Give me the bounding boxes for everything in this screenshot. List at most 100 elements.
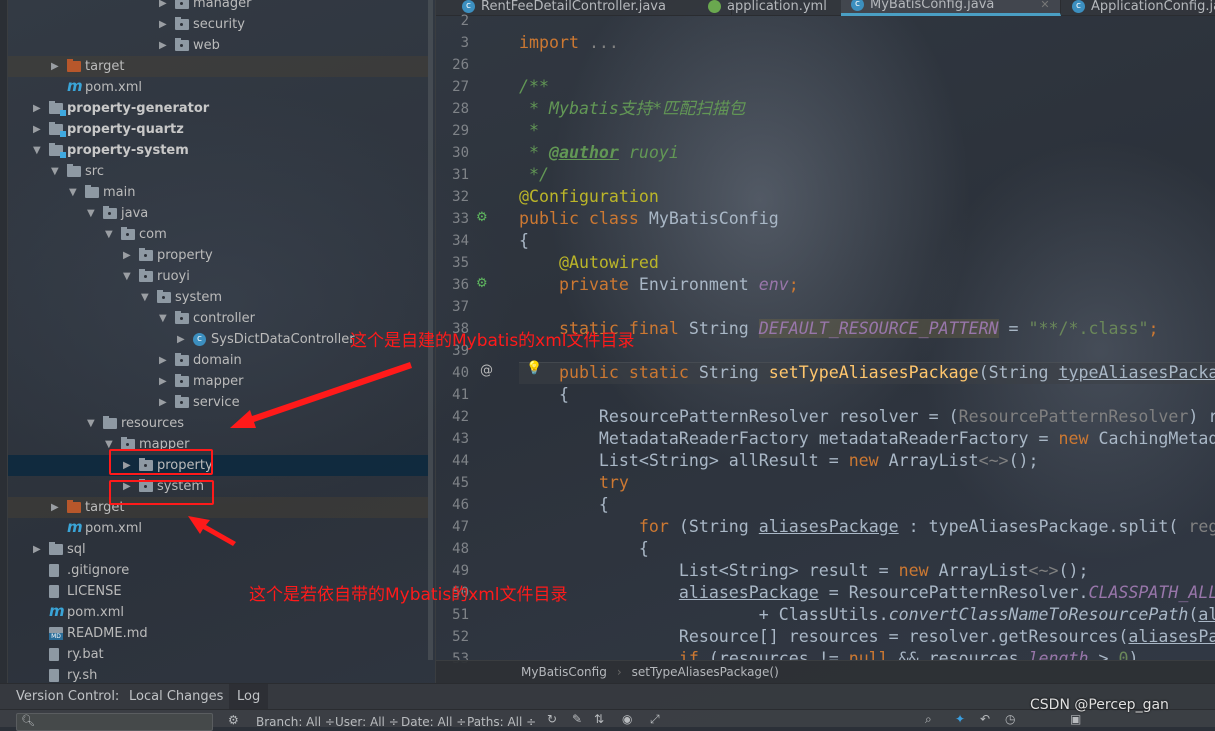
tree-item[interactable]: .gitignore [8, 560, 428, 581]
chevron-right-icon[interactable]: ▶ [51, 61, 59, 72]
tree-item[interactable]: m pom.xml [8, 77, 428, 98]
bean-gutter-icon[interactable]: ⚙ [476, 210, 488, 225]
tree-item[interactable]: ▶ property [8, 245, 428, 266]
code-line[interactable]: /** [519, 76, 549, 98]
code-line[interactable]: private Environment env; [519, 274, 799, 296]
chevron-down-icon[interactable]: ▼ [87, 208, 95, 219]
chevron-right-icon[interactable]: ▶ [159, 397, 167, 408]
chevron-right-icon[interactable]: ▶ [159, 355, 167, 366]
code-line[interactable]: Resource[] resources = resolver.getResou… [519, 626, 1215, 648]
chevron-down-icon[interactable]: ▼ [159, 313, 167, 324]
sort-icon[interactable]: ⇅ [594, 712, 604, 726]
tab-local-changes[interactable]: Local Changes [129, 689, 223, 704]
layout-icon[interactable]: ▣ [1070, 712, 1081, 726]
chevron-down-icon[interactable]: ▼ [51, 166, 59, 177]
breadcrumb-class[interactable]: MyBatisConfig [521, 665, 607, 679]
code-line[interactable]: { [519, 538, 649, 560]
code-line[interactable]: MetadataReaderFactory metadataReaderFact… [519, 428, 1215, 450]
tree-item[interactable]: ▶ property-generator [8, 98, 428, 119]
chevron-right-icon[interactable]: ▶ [123, 250, 131, 261]
tree-item[interactable]: ▼ mapper [8, 434, 428, 455]
tree-item[interactable]: ▼ property-system [8, 140, 428, 161]
refresh-icon[interactable]: ↻ [547, 712, 557, 726]
undo-icon[interactable]: ↶ [980, 712, 990, 726]
chevron-right-icon[interactable]: ▶ [159, 376, 167, 387]
code-line[interactable]: public static String setTypeAliasesPacka… [519, 362, 1215, 384]
line-number: 36 [452, 277, 469, 293]
tree-item[interactable]: ▶ security [8, 14, 428, 35]
tree-item[interactable]: ▼ java [8, 203, 428, 224]
code-line[interactable]: try [519, 472, 629, 494]
code-line[interactable]: + ClassUtils.convertClassNameToResourceP… [519, 604, 1215, 626]
chevron-right-icon[interactable]: ▶ [33, 103, 41, 114]
eye-icon[interactable]: ◉ [622, 712, 632, 726]
tree-item[interactable]: ▼ com [8, 224, 428, 245]
bulb-icon[interactable]: 💡 [526, 361, 542, 376]
code-line[interactable]: */ [519, 164, 549, 186]
code-line[interactable]: @Autowired [519, 252, 659, 274]
chevron-right-icon[interactable]: ▶ [159, 19, 167, 30]
breadcrumb-method[interactable]: setTypeAliasesPackage() [632, 665, 779, 679]
code-line[interactable]: @Configuration [519, 186, 659, 208]
code-token: null [848, 649, 899, 660]
code-line[interactable]: ResourcePatternResolver resolver = (Reso… [519, 406, 1215, 428]
tree-item[interactable]: ▶ property [8, 455, 428, 476]
code-line[interactable]: aliasesPackage = ResourcePatternResolver… [519, 582, 1215, 604]
code-line[interactable]: { [519, 494, 609, 516]
chevron-down-icon[interactable]: ▼ [87, 418, 95, 429]
chevron-down-icon[interactable]: ▼ [141, 292, 149, 303]
tree-item[interactable]: ▼ resources [8, 413, 428, 434]
chevron-right-icon[interactable]: ▶ [33, 544, 41, 555]
tree-item[interactable]: ▶ service [8, 392, 428, 413]
pin-icon[interactable]: ✦ [955, 712, 965, 726]
code-line[interactable]: List<String> allResult = new ArrayList<~… [519, 450, 1039, 472]
gear-icon[interactable]: ⚙ [228, 713, 239, 727]
chevron-right-icon[interactable]: ▶ [159, 0, 167, 9]
cherry-pick-icon[interactable]: ✎ [572, 712, 582, 726]
chevron-down-icon[interactable]: ▼ [123, 271, 131, 282]
tree-item[interactable]: ▶ web [8, 35, 428, 56]
chevron-right-icon[interactable]: ▶ [159, 40, 167, 51]
chevron-down-icon[interactable]: ▼ [69, 187, 77, 198]
log-search-input[interactable]: 🔍︎ [16, 713, 213, 731]
tree-item[interactable]: ry.bat [8, 644, 428, 665]
code-line[interactable]: public class MyBatisConfig [519, 208, 779, 230]
chevron-down-icon[interactable]: ▼ [105, 229, 113, 240]
tree-item[interactable]: ▼ main [8, 182, 428, 203]
chevron-right-icon[interactable]: ▶ [33, 124, 41, 135]
tree-item[interactable]: ▼ ruoyi [8, 266, 428, 287]
chevron-right-icon[interactable]: ▶ [51, 502, 59, 513]
chevron-right-icon[interactable]: ▶ [177, 334, 185, 345]
code-line[interactable]: List<String> result = new ArrayList<~>()… [519, 560, 1089, 582]
code-line[interactable]: { [519, 384, 569, 406]
tree-item-label: java [121, 206, 149, 221]
history-icon[interactable]: ◷ [1005, 712, 1015, 726]
override-gutter-icon[interactable]: @ [480, 363, 493, 378]
code-line[interactable]: * [519, 120, 539, 142]
tree-item[interactable]: m pom.xml [8, 518, 428, 539]
code-line[interactable]: * @author ruoyi [519, 142, 679, 164]
tree-item[interactable]: ▶ manager [8, 0, 428, 14]
code-line[interactable]: { [519, 230, 529, 252]
line-number: 42 [452, 409, 469, 425]
search-commit-icon[interactable]: ⌕ [925, 712, 932, 727]
tree-item[interactable]: ▼ system [8, 287, 428, 308]
tab-log[interactable]: Log [229, 684, 269, 709]
expand-icon[interactable]: ⤢ [650, 712, 660, 727]
tree-item[interactable]: ▶ target [8, 56, 428, 77]
code-line[interactable]: if (resources != null && resources.lengt… [519, 648, 1139, 660]
tree-item[interactable]: ▶ mapper [8, 371, 428, 392]
tree-item[interactable]: m pom.xml [8, 602, 428, 623]
code-line[interactable]: * Mybatis支持*匹配扫描包 [519, 98, 745, 120]
code-line[interactable]: import ... [519, 32, 619, 54]
code-line[interactable]: for (String aliasesPackage : typeAliases… [519, 516, 1215, 538]
tree-item[interactable]: ▶ system [8, 476, 428, 497]
bean-gutter-icon[interactable]: ⚙ [476, 276, 488, 291]
tree-item[interactable]: ▶ domain [8, 350, 428, 371]
tree-item[interactable]: ▶ target [8, 497, 428, 518]
tree-item[interactable]: README.md [8, 623, 428, 644]
tree-item[interactable]: ▼ src [8, 161, 428, 182]
chevron-down-icon[interactable]: ▼ [33, 145, 41, 156]
tree-item[interactable]: ▶ sql [8, 539, 428, 560]
tree-item[interactable]: ▶ property-quartz [8, 119, 428, 140]
